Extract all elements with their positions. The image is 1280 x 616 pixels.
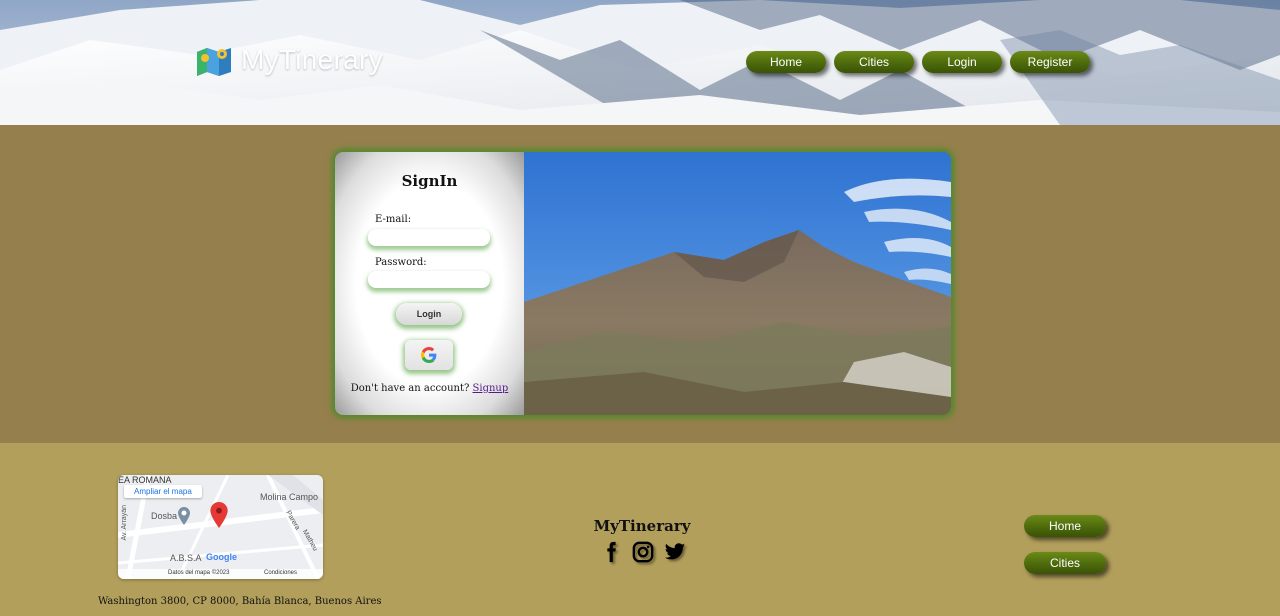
footer-address: Washington 3800, CP 8000, Bahía Blanca, …: [98, 596, 382, 607]
brand-logo[interactable]: MyTinerary: [195, 44, 383, 76]
signin-form: SignIn E-mail: Password: Login Don't hav…: [335, 152, 524, 415]
footer-home-button[interactable]: Home: [1024, 515, 1106, 537]
map-attribution: Datos del mapa ©2023: [168, 570, 230, 576]
no-account-text: Don't have an account?: [350, 383, 473, 394]
footer: EA ROMANA Ampliar el mapa Molina Campo D…: [0, 443, 1280, 616]
email-field[interactable]: [368, 229, 490, 246]
map-label-left: Dosba: [151, 511, 178, 521]
signin-card: SignIn E-mail: Password: Login Don't hav…: [335, 152, 951, 415]
location-map[interactable]: EA ROMANA Ampliar el mapa Molina Campo D…: [118, 475, 323, 579]
header-nav: Home Cities Login Register: [746, 51, 1090, 73]
nav-home-button[interactable]: Home: [746, 51, 826, 73]
google-g-icon: [421, 347, 437, 363]
map-marker-icon[interactable]: [210, 502, 228, 528]
instagram-icon[interactable]: [632, 541, 654, 563]
signup-link[interactable]: Signup: [473, 383, 509, 394]
nav-cities-button[interactable]: Cities: [834, 51, 914, 73]
password-label: Password:: [375, 257, 427, 268]
signup-prompt: Don't have an account? Signup: [335, 383, 524, 394]
brand-name: MyTinerary: [241, 44, 383, 75]
map-pin-icon: [197, 48, 231, 76]
map-label-right: Molina Campo: [260, 492, 319, 502]
map-label-top: EA ROMANA: [118, 475, 172, 485]
mountain-photo: [524, 152, 951, 415]
map-attribution-bar: Datos del mapa ©2023 Condiciones: [118, 569, 323, 579]
google-map-logo: Google: [206, 552, 237, 562]
map-enlarge-link[interactable]: Ampliar el mapa: [124, 485, 202, 498]
facebook-icon[interactable]: [600, 541, 622, 563]
nav-register-button[interactable]: Register: [1010, 51, 1090, 73]
map-terms-link[interactable]: Condiciones: [264, 570, 297, 576]
nav-login-button[interactable]: Login: [922, 51, 1002, 73]
email-label: E-mail:: [375, 214, 412, 225]
social-links: [600, 541, 686, 563]
main-section: SignIn E-mail: Password: Login Don't hav…: [0, 125, 1280, 443]
google-login-button[interactable]: [405, 340, 453, 370]
login-button[interactable]: Login: [396, 303, 462, 325]
footer-cities-button[interactable]: Cities: [1024, 552, 1106, 574]
map-label-bottom: A.B.S.A: [170, 553, 202, 563]
password-field[interactable]: [368, 271, 490, 288]
mountain-photo-image: [524, 152, 951, 415]
map-street-left: Av. Arrayán: [121, 505, 128, 541]
signin-title: SignIn: [401, 172, 458, 190]
header-banner: MyTinerary Home Cities Login Register: [0, 0, 1280, 125]
twitter-icon[interactable]: [664, 541, 686, 563]
map-poi-icon: [178, 507, 190, 525]
footer-brand: MyTinerary: [593, 517, 691, 535]
